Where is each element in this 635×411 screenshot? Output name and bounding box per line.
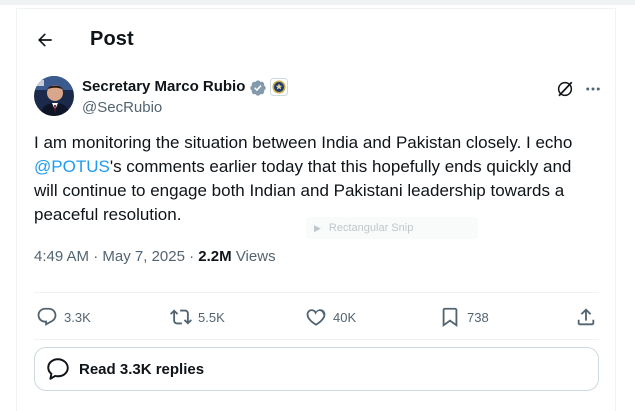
verified-badge-icon: [249, 79, 267, 97]
play-icon: ▶: [314, 222, 321, 233]
heart-icon: [306, 309, 326, 326]
bookmark-button[interactable]: 738: [439, 295, 489, 339]
back-button[interactable]: [29, 24, 61, 56]
snip-overlay-label: Rectangular Snip: [328, 222, 414, 234]
bookmark-count: 738: [467, 309, 489, 325]
repost-icon: [170, 309, 192, 325]
read-replies-button[interactable]: Read 3.3K replies: [34, 347, 599, 391]
more-button[interactable]: [582, 78, 604, 100]
author-handle[interactable]: @SecRubio: [82, 99, 162, 116]
like-count: 40K: [333, 309, 357, 325]
read-replies-label: Read 3.3K replies: [79, 360, 205, 378]
meta-separator: ·: [93, 248, 103, 265]
reply-count: 3.3K: [64, 309, 91, 325]
grok-button[interactable]: [554, 78, 576, 100]
post-time[interactable]: 4:49 AM: [34, 248, 89, 265]
mention-link[interactable]: @POTUS: [34, 157, 110, 176]
views-label: Views: [235, 248, 276, 265]
share-button[interactable]: [575, 295, 603, 339]
post-text-part: 's comments earlier today that this hope…: [34, 157, 572, 224]
arrow-left-icon: [38, 33, 52, 47]
divider: [34, 339, 599, 340]
author-name[interactable]: Secretary Marco Rubio: [82, 78, 245, 95]
post-date[interactable]: May 7, 2025: [102, 248, 185, 265]
grok-icon: [557, 81, 573, 97]
state-department-seal-icon[interactable]: [270, 78, 288, 96]
post-text-part: I am monitoring the situation between In…: [34, 133, 573, 152]
like-button[interactable]: 40K: [305, 295, 356, 339]
divider: [34, 292, 599, 293]
meta-separator: ·: [189, 248, 199, 265]
more-icon: [586, 87, 600, 91]
reply-button[interactable]: 3.3K: [36, 295, 91, 339]
reply-icon: [37, 307, 57, 326]
snip-overlay: ▶ Rectangular Snip: [306, 217, 478, 239]
post-header: Post: [17, 9, 615, 67]
chat-bubble-icon: [47, 358, 69, 380]
action-bar: 3.3K 5.5K 40K 738: [34, 295, 599, 339]
page-title: Post: [90, 28, 134, 50]
share-icon: [577, 308, 595, 326]
repost-count: 5.5K: [198, 309, 225, 325]
repost-button[interactable]: 5.5K: [170, 295, 225, 339]
post-column: Post Secretary Marco Rubio @SecRubio I a…: [16, 8, 616, 411]
top-strip: [0, 0, 635, 5]
views-count: 2.2M: [198, 248, 232, 265]
post-meta: 4:49 AM · May 7, 2025 · 2.2M Views: [34, 248, 276, 265]
post-text: I am monitoring the situation between In…: [34, 131, 599, 227]
bookmark-icon: [442, 307, 458, 328]
avatar[interactable]: [34, 76, 74, 116]
